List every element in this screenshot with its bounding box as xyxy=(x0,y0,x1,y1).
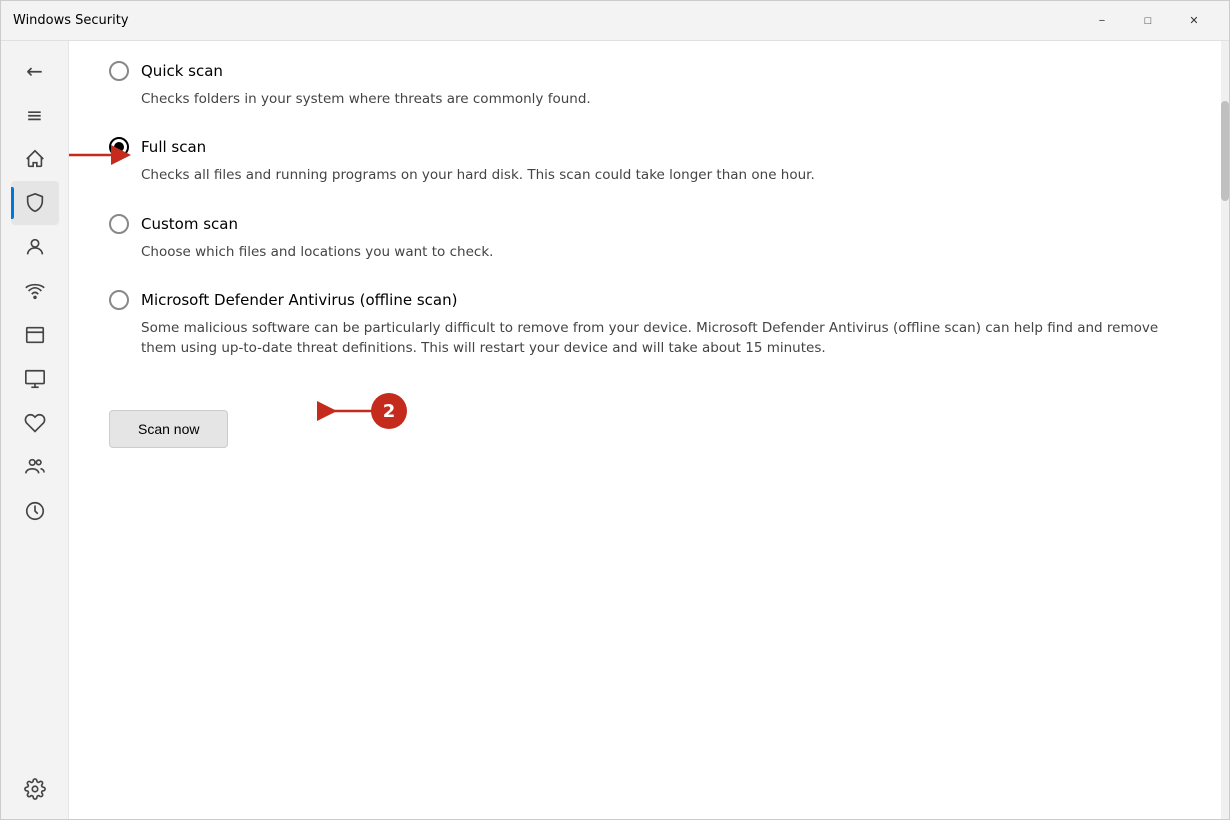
full-scan-label: Full scan xyxy=(141,138,206,156)
custom-scan-radio[interactable] xyxy=(109,214,129,234)
custom-scan-label: Custom scan xyxy=(141,215,238,233)
heart-icon xyxy=(24,412,46,434)
minimize-button[interactable]: − xyxy=(1079,5,1125,37)
titlebar-controls: − □ ✕ xyxy=(1079,5,1217,37)
sidebar: ← ≡ xyxy=(1,41,69,819)
offline-scan-header: Microsoft Defender Antivirus (offline sc… xyxy=(109,290,1181,310)
back-button[interactable]: ← xyxy=(11,49,59,93)
sidebar-item-app[interactable] xyxy=(11,313,59,357)
sidebar-item-device[interactable] xyxy=(11,357,59,401)
titlebar: Windows Security − □ ✕ xyxy=(1,1,1229,41)
sidebar-item-home[interactable] xyxy=(11,137,59,181)
sidebar-item-history[interactable] xyxy=(11,489,59,533)
home-icon xyxy=(24,148,46,170)
custom-scan-header: Custom scan xyxy=(109,214,1181,234)
content-area: Quick scan Checks folders in your system… xyxy=(69,41,1221,819)
menu-button[interactable]: ≡ xyxy=(11,93,59,137)
maximize-button[interactable]: □ xyxy=(1125,5,1171,37)
close-button[interactable]: ✕ xyxy=(1171,5,1217,37)
quick-scan-label: Quick scan xyxy=(141,62,223,80)
person-icon xyxy=(24,236,46,258)
scan-now-button[interactable]: Scan now xyxy=(109,410,228,448)
content-inner: Quick scan Checks folders in your system… xyxy=(109,61,1181,448)
quick-scan-desc: Checks folders in your system where thre… xyxy=(141,89,1181,109)
arrow-1 xyxy=(69,135,133,175)
custom-scan-desc: Choose which files and locations you wan… xyxy=(141,242,1181,262)
offline-scan-radio[interactable] xyxy=(109,290,129,310)
arrow-2 xyxy=(309,386,409,436)
offline-scan-label: Microsoft Defender Antivirus (offline sc… xyxy=(141,291,457,309)
full-scan-desc: Checks all files and running programs on… xyxy=(141,165,1181,185)
settings-icon xyxy=(24,778,46,800)
browser-icon xyxy=(24,324,46,346)
sidebar-item-settings[interactable] xyxy=(11,767,59,811)
quick-scan-header: Quick scan xyxy=(109,61,1181,81)
main-layout: ← ≡ xyxy=(1,41,1229,819)
offline-scan-option: Microsoft Defender Antivirus (offline sc… xyxy=(109,290,1181,359)
full-scan-option: 1 xyxy=(109,137,1181,185)
quick-scan-radio[interactable] xyxy=(109,61,129,81)
scan-now-wrapper: Scan now 2 xyxy=(109,386,228,448)
wifi-icon xyxy=(24,280,46,302)
quick-scan-option: Quick scan Checks folders in your system… xyxy=(109,61,1181,109)
sidebar-item-health[interactable] xyxy=(11,401,59,445)
window-title: Windows Security xyxy=(13,13,1079,28)
sidebar-item-network[interactable] xyxy=(11,269,59,313)
monitor-icon xyxy=(24,368,46,390)
scrollbar-track[interactable] xyxy=(1221,41,1229,819)
shield-icon xyxy=(24,192,46,214)
window: Windows Security − □ ✕ ← ≡ xyxy=(0,0,1230,820)
full-scan-header: Full scan xyxy=(109,137,1181,157)
annotation-2-group: 2 xyxy=(309,386,409,440)
menu-icon: ≡ xyxy=(26,103,43,127)
back-icon: ← xyxy=(26,59,43,83)
family-icon xyxy=(24,456,46,478)
sidebar-item-family[interactable] xyxy=(11,445,59,489)
sidebar-item-shield[interactable] xyxy=(11,181,59,225)
sidebar-item-person[interactable] xyxy=(11,225,59,269)
offline-scan-desc: Some malicious software can be particula… xyxy=(141,318,1181,359)
history-icon xyxy=(24,500,46,522)
scrollbar-thumb[interactable] xyxy=(1221,101,1229,201)
custom-scan-option: Custom scan Choose which files and locat… xyxy=(109,214,1181,262)
